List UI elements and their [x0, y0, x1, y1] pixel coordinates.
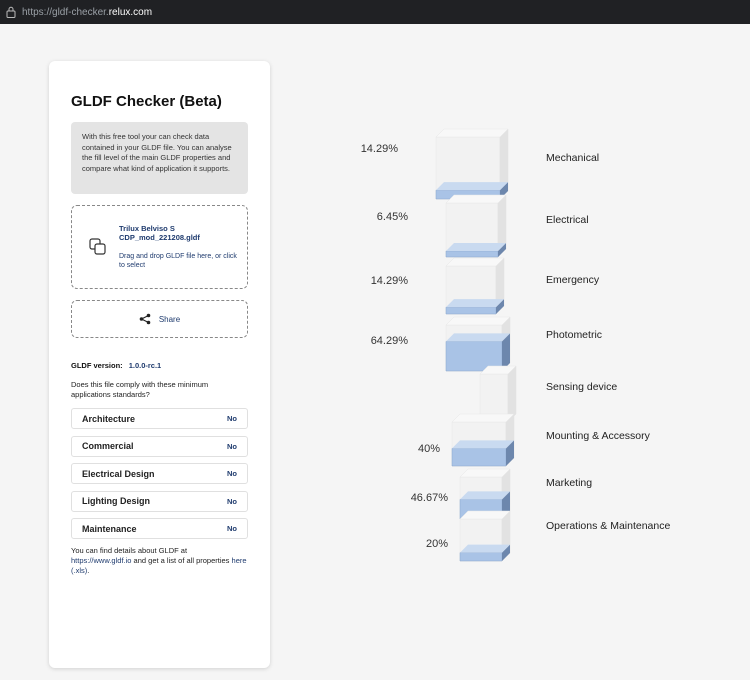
standard-value: No: [227, 441, 237, 451]
standard-value: No: [227, 496, 237, 506]
cube-top: [451, 413, 515, 423]
category-percent: 20%: [425, 538, 448, 550]
copy-icon: [89, 238, 106, 255]
footer-text-3: .: [87, 566, 90, 575]
checker-panel: GLDF Checker (Beta) With this free tool …: [49, 61, 270, 668]
fill-level-visualization: 14.29% Mechanical 6.45% Electrical 14.29% Eme…: [280, 100, 750, 580]
version-label: GLDF version:: [71, 361, 123, 370]
fill-front: [445, 250, 499, 258]
cube-top: [459, 468, 511, 478]
file-dropzone[interactable]: Trilux Belviso S CDP_mod_221208.gldf Dra…: [71, 205, 248, 289]
gldf-version: GLDF version: 1.0.0-rc.1: [71, 361, 248, 370]
standards-list: Architecture No Commercial No Electrical D…: [71, 408, 248, 539]
drop-hint[interactable]: Drag and drop GLDF file here, or click t…: [119, 252, 239, 270]
cube-top: [435, 128, 509, 138]
browser-url-bar[interactable]: https://gldf-checker. relux.com: [0, 0, 750, 24]
fill-top: [446, 333, 510, 342]
url-host: relux.com: [108, 6, 153, 18]
category-percent: 14.29%: [360, 143, 398, 155]
cube-top: [445, 257, 505, 267]
lock-icon: [6, 6, 16, 18]
category-percent: 46.67%: [410, 492, 448, 504]
standard-name: Commercial: [82, 441, 134, 451]
fill-top: [446, 243, 506, 251]
intro-text: With this free tool your can check data …: [71, 122, 248, 194]
standard-name: Architecture: [82, 413, 136, 424]
category-label: Emergency: [546, 274, 600, 286]
url-scheme: https://: [22, 6, 53, 18]
standard-name: Lighting Design: [82, 496, 150, 506]
cube-top: [459, 510, 511, 520]
standard-value: No: [227, 414, 237, 423]
footer-text-1: You can find details about GLDF at: [71, 546, 188, 555]
version-value: 1.0.0-rc.1: [128, 361, 162, 370]
category-percent: 64.29%: [370, 335, 408, 347]
cube-side: [507, 365, 517, 423]
standard-row-electrical-design[interactable]: Electrical Design No: [71, 463, 248, 484]
gldf-link[interactable]: https://www.gldf.io: [71, 556, 131, 565]
standard-row-lighting-design[interactable]: Lighting Design No: [71, 490, 248, 512]
share-label: Share: [158, 314, 181, 324]
standard-value: No: [227, 524, 237, 533]
category-label: Photometric: [546, 329, 603, 341]
standard-row-maintenance[interactable]: Maintenance No: [71, 518, 248, 539]
category-label: Operations & Maintenance: [546, 520, 671, 532]
standard-row-commercial[interactable]: Commercial No: [71, 435, 248, 457]
category-label: Mechanical: [546, 152, 600, 164]
fill-front: [459, 552, 503, 562]
category-label: Mounting & Accessory: [546, 430, 650, 442]
standard-name: Maintenance: [82, 523, 137, 534]
fill-level-cubes: [435, 128, 517, 562]
page-title: GLDF Checker (Beta): [71, 93, 222, 110]
share-button[interactable]: Share: [71, 300, 248, 338]
category-label: Electrical: [546, 214, 589, 226]
file-name: Trilux Belviso S CDP_mod_221208.gldf: [119, 224, 200, 242]
category-percent: 14.29%: [370, 275, 408, 287]
fill-top: [446, 299, 504, 308]
fill-top: [452, 440, 514, 449]
category-percent: 6.45%: [376, 211, 408, 223]
standards-question: Does this file comply with these minimum…: [71, 380, 209, 399]
cube-top: [445, 194, 507, 204]
share-icon: [139, 313, 151, 325]
fill-top: [460, 491, 510, 500]
footer-text: You can find details about GLDF at https…: [71, 546, 248, 576]
category-label: Marketing: [546, 477, 593, 489]
standard-name: Electrical Design: [82, 468, 155, 479]
footer-text-2: and get a list of all properties: [133, 556, 230, 565]
url-host-prefix: gldf-checker.: [52, 6, 109, 18]
category-percent: 40%: [417, 443, 440, 455]
category-label: Sensing device: [546, 381, 618, 393]
standard-value: No: [227, 469, 237, 478]
standard-row-architecture[interactable]: Architecture No: [71, 408, 248, 429]
fill-top: [460, 544, 510, 553]
cube-top: [445, 316, 511, 326]
fill-front: [451, 448, 507, 467]
fill-top: [436, 182, 508, 191]
fill-front: [445, 306, 497, 315]
